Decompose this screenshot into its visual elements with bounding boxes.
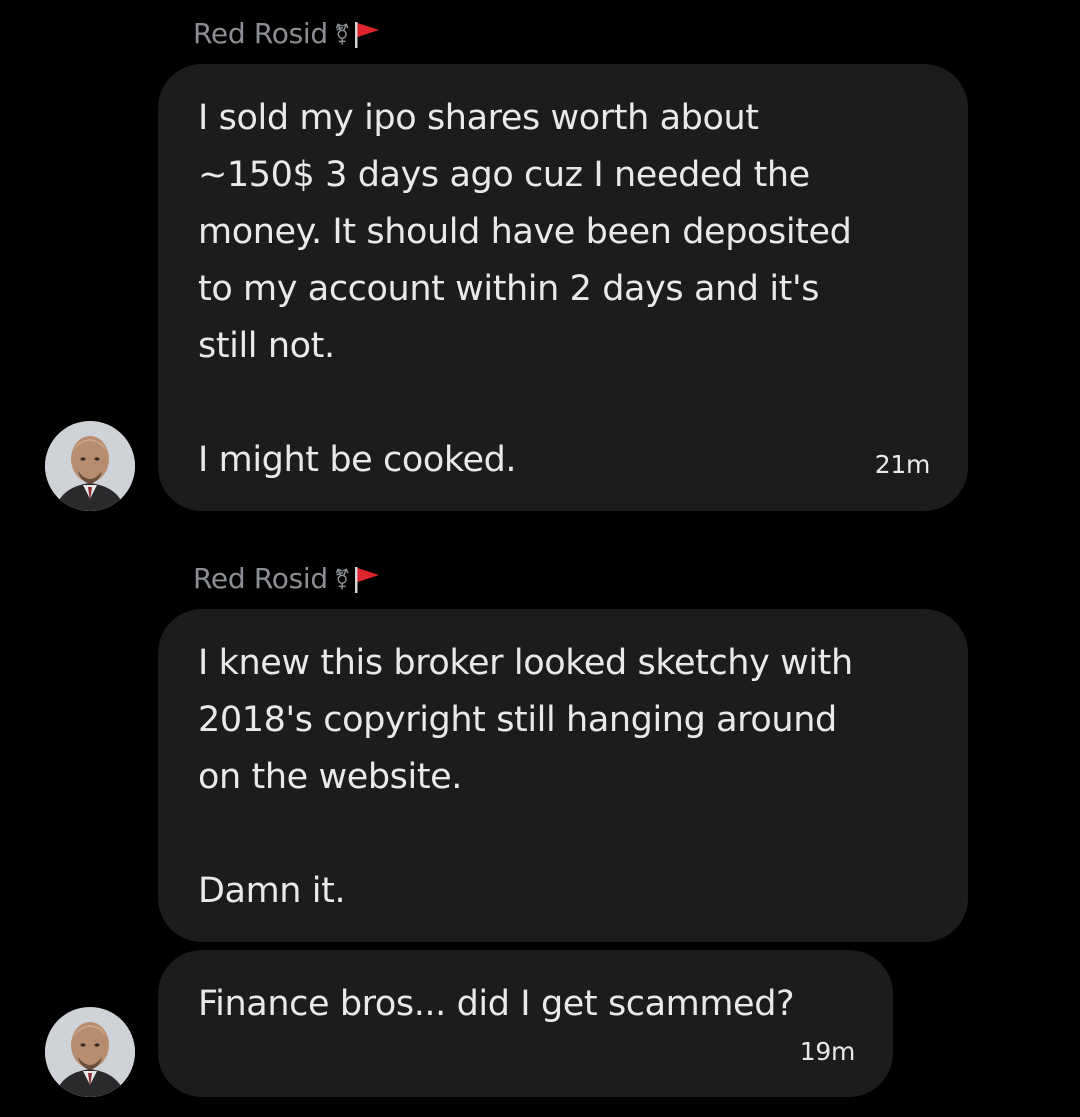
message-timestamp: 21m bbox=[874, 450, 931, 479]
message-timestamp: 19m bbox=[799, 1037, 856, 1066]
red-flag-icon bbox=[355, 567, 380, 593]
sender-name-row: Red Rosid ⚧ bbox=[193, 561, 382, 597]
sender-name-row: Red Rosid ⚧ bbox=[193, 16, 382, 52]
sender-name[interactable]: Red Rosid bbox=[193, 16, 328, 52]
gender-symbol-icon: ⚧ bbox=[333, 567, 351, 591]
message-text: I knew this broker looked sketchy with 2… bbox=[198, 643, 853, 911]
avatar-portrait-icon bbox=[45, 421, 135, 511]
avatar-portrait-icon bbox=[45, 1007, 135, 1097]
message-bubble[interactable]: Finance bros... did I get scammed? 19m bbox=[158, 950, 893, 1097]
message-bubble[interactable]: I sold my ipo shares worth about ~150$ 3… bbox=[158, 64, 968, 511]
red-flag-icon bbox=[355, 22, 380, 48]
message-text: I sold my ipo shares worth about ~150$ 3… bbox=[198, 98, 852, 480]
message-text: Finance bros... did I get scammed? bbox=[198, 984, 795, 1024]
sender-name[interactable]: Red Rosid bbox=[193, 561, 328, 597]
avatar[interactable] bbox=[45, 1007, 135, 1097]
avatar[interactable] bbox=[45, 421, 135, 511]
gender-symbol-icon: ⚧ bbox=[333, 22, 351, 46]
message-bubble[interactable]: I knew this broker looked sketchy with 2… bbox=[158, 609, 968, 942]
